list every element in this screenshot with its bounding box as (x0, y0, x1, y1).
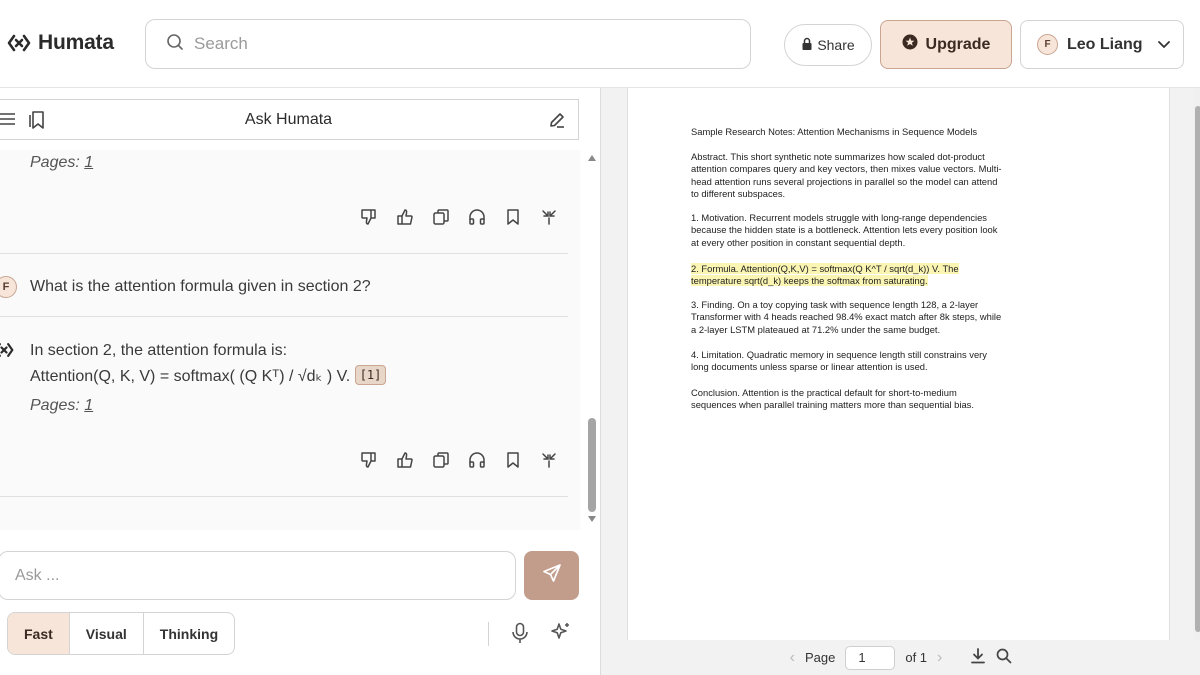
question-text: What is the attention formula given in s… (30, 278, 371, 295)
upgrade-label: Upgrade (925, 35, 991, 53)
page-navigation: ‹ Page 1 of 1 › (601, 640, 1200, 675)
send-button[interactable] (524, 551, 579, 600)
mode-fast[interactable]: Fast (8, 613, 70, 654)
thumbs-up-icon[interactable] (395, 450, 415, 470)
scroll-up-arrow[interactable] (588, 155, 596, 161)
edit-icon[interactable] (548, 111, 566, 134)
prev-page-icon[interactable]: ‹ (790, 649, 795, 667)
answer-actions (359, 450, 559, 470)
next-page-icon[interactable]: › (937, 649, 942, 667)
share-button[interactable]: Share (784, 24, 872, 66)
copy-icon[interactable] (431, 207, 451, 227)
page-number-input[interactable]: 1 (845, 645, 896, 670)
chat-header: Ask Humata (0, 99, 579, 140)
headphones-icon[interactable] (467, 450, 487, 470)
divider (0, 253, 568, 254)
copy-icon[interactable] (431, 450, 451, 470)
prev-pages: Pages: 1 (30, 154, 93, 172)
thumbs-down-icon[interactable] (359, 207, 379, 227)
doc-conclusion: Conclusion. Attention is the practical d… (691, 387, 974, 411)
thumbs-up-icon[interactable] (395, 207, 415, 227)
share-label: Share (817, 37, 855, 53)
download-icon[interactable] (970, 648, 986, 667)
page-link[interactable]: 1 (84, 397, 93, 414)
answer-text: In section 2, the attention formula is: … (30, 338, 387, 390)
search-bar[interactable]: Search (145, 19, 751, 69)
document-page[interactable]: Sample Research Notes: Attention Mechani… (627, 88, 1170, 640)
doc-formula-highlighted: 2. Formula. Attention(Q,K,V) = softmax(Q… (691, 263, 1003, 288)
ask-input[interactable]: Ask ... (0, 551, 516, 600)
headphones-icon[interactable] (467, 207, 487, 227)
prev-answer-actions (359, 207, 559, 227)
chat-scrollbar-thumb[interactable] (588, 418, 596, 512)
sparkle-icon[interactable] (550, 621, 572, 648)
star-badge-icon (902, 34, 918, 55)
scroll-down-arrow[interactable] (588, 516, 596, 522)
pages-label: Pages: (30, 397, 80, 414)
user-name: Leo Liang (1067, 35, 1143, 53)
ask-placeholder: Ask ... (15, 566, 60, 584)
doc-motivation: 1. Motivation. Recurrent models struggle… (691, 212, 998, 248)
mode-selector: Fast Visual Thinking (7, 612, 236, 655)
logo[interactable]: Humata (6, 30, 114, 56)
brand-name: Humata (38, 31, 114, 54)
microphone-icon[interactable] (510, 622, 530, 649)
search-placeholder: Search (194, 34, 248, 53)
question-avatar: F (0, 276, 17, 298)
divider (0, 496, 568, 497)
answer-line-1: In section 2, the attention formula is: (30, 342, 288, 359)
user-menu[interactable]: F Leo Liang (1020, 20, 1184, 69)
divider (0, 316, 568, 317)
zoom-search-icon[interactable] (996, 648, 1012, 667)
doc-title: Sample Research Notes: Attention Mechani… (691, 126, 978, 137)
humata-answer-icon (0, 342, 14, 363)
doc-limitation: 4. Limitation. Quadratic memory in seque… (691, 349, 987, 373)
user-avatar: F (1037, 34, 1058, 55)
send-icon (542, 563, 562, 588)
chat-thread[interactable]: Pages: 1 F What is the attention formula… (0, 150, 580, 530)
lock-icon (801, 37, 813, 54)
chevron-down-icon (1157, 36, 1170, 54)
doc-abstract: Abstract. This short synthetic note summ… (691, 151, 1002, 200)
thumbs-down-icon[interactable] (359, 450, 379, 470)
mode-thinking[interactable]: Thinking (144, 613, 234, 654)
answer-pages: Pages: 1 (30, 397, 93, 415)
collapse-icon[interactable] (539, 207, 559, 227)
bookmark-icon[interactable] (503, 207, 523, 227)
chat-panel: Ask Humata Pages: 1 F What is the attent… (0, 88, 600, 675)
chat-title: Ask Humata (244, 111, 333, 128)
doc-finding: 3. Finding. On a toy copying task with s… (691, 299, 1002, 335)
bookmark-icon[interactable] (503, 450, 523, 470)
document-viewer: Sample Research Notes: Attention Mechani… (600, 88, 1200, 675)
answer-line-2: Attention(Q, K, V) = softmax( (Q Kᵀ) / √… (30, 364, 387, 390)
divider (488, 622, 489, 646)
top-bar: Humata Search Share Upgrade F Leo Liang (0, 0, 1200, 88)
highlight: 2. Formula. Attention(Q,K,V) = softmax(Q… (691, 263, 959, 287)
search-icon (166, 33, 184, 56)
humata-logo-icon (6, 30, 32, 56)
answer-formula: Attention(Q, K, V) = softmax( (Q Kᵀ) / √… (30, 368, 351, 385)
citation-badge[interactable]: [1] (354, 365, 387, 385)
upgrade-button[interactable]: Upgrade (880, 20, 1012, 69)
collapse-icon[interactable] (539, 450, 559, 470)
page-link[interactable]: 1 (84, 154, 93, 171)
page-label: Page (804, 650, 836, 665)
page-total: of 1 (905, 650, 928, 665)
mode-visual[interactable]: Visual (70, 613, 144, 654)
viewer-scrollbar-thumb[interactable] (1195, 106, 1200, 632)
pages-label: Pages: (30, 154, 80, 171)
